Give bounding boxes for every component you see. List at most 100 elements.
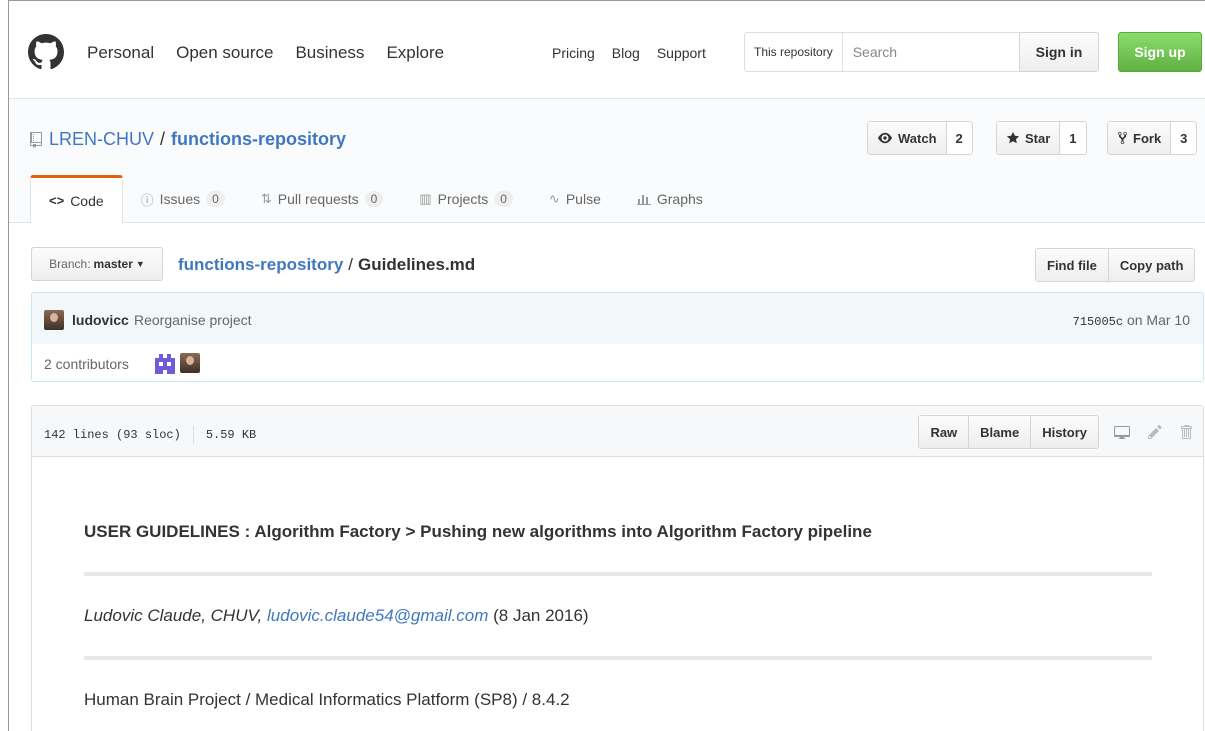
site-header: Personal Open source Business Explore Pr… [9,1,1205,99]
caret-down-icon: ▼ [135,259,145,269]
file-actions: Raw Blame History [918,415,1193,449]
secondary-nav: Pricing Blog Support [552,45,723,61]
readme-date: (8 Jan 2016) [493,606,589,625]
main-nav: Personal Open source Business Explore [87,43,466,63]
file-icon-actions [1113,424,1193,440]
github-logo-icon[interactable] [28,34,64,70]
breadcrumb-separator: / [348,255,354,274]
file-lines: 142 lines (93 sloc) [44,428,181,442]
watch-label: Watch [898,130,937,146]
file-nav-actions: Find file Copy path [1035,248,1196,282]
repo-name-link[interactable]: functions-repository [171,129,346,150]
file-info: 142 lines (93 sloc) 5.59 KB [44,426,256,444]
nav-open-source[interactable]: Open source [176,43,273,63]
file-header: 142 lines (93 sloc) 5.59 KB Raw Blame Hi… [32,406,1203,457]
tab-projects[interactable]: ▥ Projects 0 [401,175,531,223]
blame-button[interactable]: Blame [969,416,1032,448]
sign-up-button[interactable]: Sign up [1118,32,1202,72]
pencil-icon[interactable] [1147,424,1163,440]
fork-icon [1118,131,1127,145]
breadcrumb-file: Guidelines.md [358,255,476,274]
desktop-icon[interactable] [1113,424,1131,440]
tab-pull-requests-count: 0 [364,191,384,207]
readme-divider-2 [84,656,1152,660]
commit-tease: ludovicc Reorganise project 715005c on M… [31,292,1204,345]
fork-label: Fork [1133,130,1162,146]
history-button[interactable]: History [1031,416,1098,448]
star-label-wrap[interactable]: Star [997,122,1061,154]
file-info-divider [192,426,194,444]
commit-author-link[interactable]: ludovicc [72,312,129,328]
tab-pull-requests-label: Pull requests [277,191,359,207]
author-avatar[interactable] [44,310,64,330]
commit-sha-link[interactable]: 715005c [1073,315,1123,329]
tab-issues[interactable]: ⓘ Issues 0 [123,175,243,223]
fork-count[interactable]: 3 [1171,122,1196,154]
fork-button[interactable]: Fork 3 [1107,121,1198,155]
code-icon: <> [49,193,65,208]
file-size: 5.59 KB [205,428,257,442]
readme-email-link[interactable]: ludovic.claude54@gmail.com [267,606,488,625]
tab-graphs-label: Graphs [656,191,703,207]
watch-button[interactable]: Watch 2 [867,121,973,155]
tab-issues-label: Issues [159,191,201,207]
pull-request-icon: ⇅ [260,191,272,206]
search-input[interactable]: Search [843,44,897,60]
project-icon: ▥ [419,191,432,206]
fork-label-wrap[interactable]: Fork [1108,122,1172,154]
tab-pulse-label: Pulse [565,191,601,207]
nav-business[interactable]: Business [295,43,364,63]
issue-icon: ⓘ [140,192,154,208]
find-file-button[interactable]: Find file [1036,249,1109,281]
branch-select-button[interactable]: Branch: master ▼ [31,247,163,281]
tab-graphs[interactable]: Graphs [619,175,721,223]
readme-title: USER GUIDELINES : Algorithm Factory > Pu… [84,522,872,541]
repo-tabs: <> Code ⓘ Issues 0 ⇅ Pull requests 0 ▥ P… [30,175,721,224]
star-label: Star [1025,130,1051,146]
repo-header: LREN-CHUV / functions-repository Watch 2… [9,99,1205,224]
tab-code-label: Code [70,192,104,209]
commit-meta: 715005c on Mar 10 [1073,312,1190,329]
breadcrumb: functions-repository / Guidelines.md [178,255,475,275]
tab-code[interactable]: <> Code [30,175,123,224]
star-button[interactable]: Star 1 [996,121,1087,155]
search-scope: This repository [745,33,843,71]
eye-icon [878,132,892,144]
branch-prefix: Branch: [49,257,91,271]
contributors-bar[interactable]: 2 contributors [31,344,1204,382]
nav-explore[interactable]: Explore [386,43,444,63]
nav-pricing[interactable]: Pricing [552,45,595,61]
repo-owner-link[interactable]: LREN-CHUV [49,129,154,150]
contributor-avatar[interactable] [180,353,200,373]
file-view-buttons: Raw Blame History [918,415,1099,449]
copy-path-button[interactable]: Copy path [1108,249,1195,281]
tab-pull-requests[interactable]: ⇅ Pull requests 0 [243,175,402,223]
identicon-avatar-icon[interactable] [155,354,175,374]
nav-support[interactable]: Support [657,45,706,61]
contributors-count[interactable]: 2 contributors [44,356,129,372]
search-box[interactable]: This repository Search [744,32,1024,72]
commit-date: on Mar 10 [1126,312,1190,328]
watch-count[interactable]: 2 [947,122,972,154]
readme-content: USER GUIDELINES : Algorithm Factory > Pu… [84,476,1152,710]
branch-name: master [93,257,133,271]
graph-icon [636,195,651,205]
nav-blog[interactable]: Blog [612,45,640,61]
watch-label-wrap[interactable]: Watch [868,122,947,154]
readme-author-line: Ludovic Claude, CHUV, ludovic.claude54@g… [84,606,1152,626]
commit-message-link[interactable]: Reorganise project [134,312,252,328]
readme-divider-1 [84,572,1152,576]
sign-in-button[interactable]: Sign in [1019,32,1099,72]
star-icon [1006,131,1020,144]
star-count[interactable]: 1 [1060,122,1085,154]
nav-personal[interactable]: Personal [87,43,154,63]
repo-title: LREN-CHUV / functions-repository [29,129,346,150]
readme-project: Human Brain Project / Medical Informatic… [84,690,570,709]
trash-icon[interactable] [1179,424,1193,440]
repo-book-icon [30,131,42,148]
breadcrumb-root-link[interactable]: functions-repository [178,255,343,274]
repo-title-separator: / [160,129,166,149]
raw-button[interactable]: Raw [919,416,970,448]
tab-pulse[interactable]: ∿ Pulse [531,175,619,223]
tab-projects-label: Projects [437,191,489,207]
